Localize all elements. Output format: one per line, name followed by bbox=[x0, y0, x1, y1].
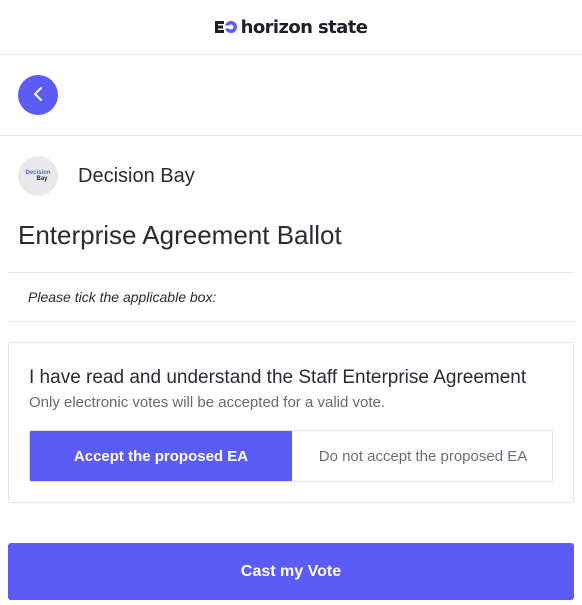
page-title: Enterprise Agreement Ballot bbox=[18, 220, 342, 250]
question-title: I have read and understand the Staff Ent… bbox=[29, 367, 527, 388]
back-button[interactable] bbox=[18, 75, 58, 115]
nav-bar bbox=[0, 55, 582, 136]
question-card: I have read and understand the Staff Ent… bbox=[8, 342, 574, 503]
horizon-state-mark-icon bbox=[214, 20, 237, 34]
instruction-bar: Please tick the applicable box: bbox=[8, 272, 574, 322]
organization-header: Decision Bay Decision Bay bbox=[18, 156, 195, 196]
cast-vote-button[interactable]: Cast my Vote bbox=[8, 543, 574, 600]
option-reject-button[interactable]: Do not accept the proposed EA bbox=[292, 431, 552, 481]
top-header: horizon state bbox=[0, 0, 582, 55]
avatar-line-2: Bay bbox=[36, 176, 48, 182]
organization-name: Decision Bay bbox=[78, 164, 195, 187]
avatar: Decision Bay bbox=[18, 156, 58, 196]
logo-text: horizon state bbox=[240, 16, 368, 38]
app-logo[interactable]: horizon state bbox=[214, 16, 368, 38]
answer-options: Accept the proposed EA Do not accept the… bbox=[29, 430, 553, 482]
option-accept-button[interactable]: Accept the proposed EA bbox=[30, 431, 292, 481]
chevron-left-icon bbox=[32, 85, 44, 106]
instruction-text: Please tick the applicable box: bbox=[28, 289, 217, 305]
question-subtitle: Only electronic votes will be accepted f… bbox=[29, 394, 386, 411]
